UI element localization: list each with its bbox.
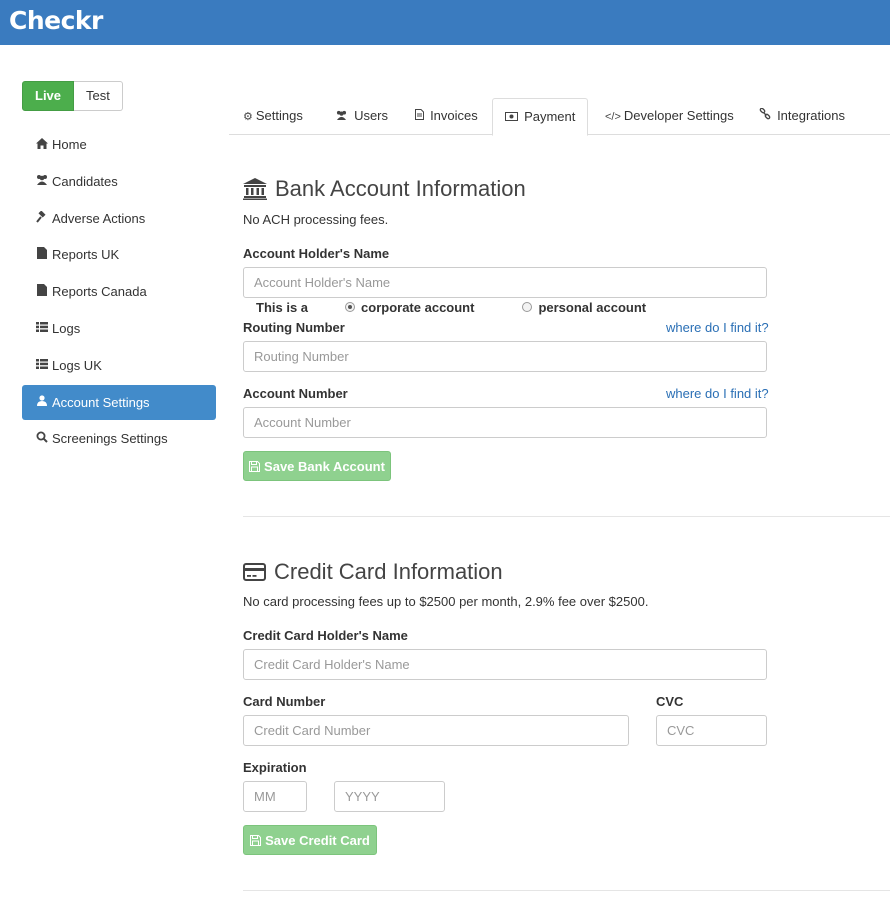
file-icon — [35, 284, 49, 299]
tab-label: Integrations — [777, 108, 845, 123]
save-credit-card-button[interactable]: Save Credit Card — [243, 825, 377, 855]
top-navbar: Checkr — [0, 0, 890, 45]
save-bank-account-label: Save Bank Account — [264, 458, 385, 474]
account-type-prefix: This is a — [256, 299, 309, 315]
sidebar-item-reports-canada[interactable]: Reports Canada — [22, 274, 216, 309]
personal-account-label[interactable]: personal account — [538, 300, 646, 315]
corporate-account-radio[interactable] — [345, 302, 356, 312]
personal-account-radio[interactable] — [522, 302, 533, 312]
tab-label: Invoices — [430, 108, 478, 123]
account-number-input[interactable] — [243, 407, 767, 438]
card-holder-input[interactable] — [243, 649, 767, 680]
expiration-year-input[interactable] — [334, 781, 445, 812]
code-icon: </> — [605, 111, 621, 123]
tab-developer-settings[interactable]: </> Developer Settings — [593, 98, 746, 135]
credit-card-icon — [243, 563, 266, 581]
sidebar-item-label: Adverse Actions — [52, 210, 146, 226]
account-help-link[interactable]: where do I find it? — [666, 386, 769, 401]
settings-tabs: ⚙ Settings Users Invoices Payment </> Deve… — [229, 98, 890, 136]
file-text-icon — [415, 109, 427, 123]
tab-payment[interactable]: Payment — [492, 98, 589, 136]
sidebar-item-logs-uk[interactable]: Logs UK — [22, 348, 216, 383]
checkr-logo[interactable]: Checkr — [9, 6, 103, 35]
sidebar-item-label: Reports Canada — [52, 284, 147, 300]
account-holder-label: Account Holder's Name — [243, 246, 390, 261]
section-divider — [243, 516, 890, 517]
corporate-account-label[interactable]: corporate account — [361, 300, 474, 315]
save-credit-card-label: Save Credit Card — [265, 832, 370, 848]
tab-label: Developer Settings — [623, 108, 734, 123]
sidebar-item-home[interactable]: Home — [22, 127, 216, 162]
tab-users[interactable]: Users — [323, 98, 400, 135]
tab-settings[interactable]: ⚙ Settings — [231, 98, 315, 135]
users-icon — [335, 110, 351, 123]
users-icon — [35, 174, 49, 188]
sidebar-item-label: Home — [52, 137, 87, 152]
card-section-title: Credit Card Information — [243, 559, 503, 585]
card-holder-label: Credit Card Holder's Name — [243, 628, 408, 643]
sidebar-item-label: Candidates — [52, 173, 118, 189]
routing-number-input[interactable] — [243, 341, 767, 372]
bank-icon — [243, 178, 267, 200]
test-button[interactable]: Test — [74, 81, 123, 111]
sidebar-item-adverse-actions[interactable]: Adverse Actions — [22, 201, 216, 236]
money-icon — [505, 112, 521, 124]
tab-label: Payment — [524, 109, 576, 124]
routing-help-link[interactable]: where do I find it? — [666, 320, 769, 335]
home-icon — [35, 137, 49, 152]
sidebar-item-candidates[interactable]: Candidates — [22, 164, 216, 199]
bank-title-text: Bank Account Information — [275, 176, 526, 201]
tab-invoices[interactable]: Invoices — [403, 98, 490, 135]
user-icon — [35, 395, 49, 409]
sidebar-item-logs[interactable]: Logs — [22, 311, 216, 346]
link-icon — [759, 107, 774, 123]
search-icon — [35, 431, 49, 446]
bank-note: No ACH processing fees. — [243, 212, 389, 227]
card-number-input[interactable] — [243, 715, 629, 746]
tab-integrations[interactable]: Integrations — [747, 98, 857, 135]
account-number-label: Account Number — [243, 386, 348, 401]
live-button[interactable]: Live — [22, 81, 75, 111]
sidebar-item-screenings-settings[interactable]: Screenings Settings — [22, 421, 216, 456]
account-type-radio-group: This is a corporate account personal acc… — [256, 299, 646, 315]
expiration-month-input[interactable] — [243, 781, 307, 812]
list-icon — [35, 321, 49, 335]
cvc-input[interactable] — [656, 715, 767, 746]
floppy-disk-icon — [249, 460, 261, 472]
sidebar-item-label: Logs — [52, 320, 81, 336]
list-icon — [35, 358, 49, 372]
save-bank-account-button[interactable]: Save Bank Account — [243, 451, 391, 481]
card-title-text: Credit Card Information — [274, 559, 503, 584]
tab-label: Settings — [255, 108, 303, 123]
sidebar-item-account-settings[interactable]: Account Settings — [22, 384, 216, 420]
card-note: No card processing fees up to $2500 per … — [243, 594, 649, 609]
sidebar-item-label: Account Settings — [52, 394, 150, 410]
cvc-label: CVC — [656, 694, 684, 709]
sidebar-item-label: Logs UK — [52, 357, 102, 373]
cog-icon: ⚙ — [243, 111, 253, 123]
card-number-label: Card Number — [243, 694, 326, 709]
sidebar-nav: Home Candidates Adverse Actions Reports … — [22, 127, 216, 458]
account-holder-input[interactable] — [243, 267, 767, 298]
sidebar-item-label: Reports UK — [52, 247, 120, 263]
tab-label: Users — [354, 108, 389, 123]
bank-section-title: Bank Account Information — [243, 176, 526, 202]
routing-number-label: Routing Number — [243, 320, 345, 335]
floppy-disk-icon — [250, 834, 262, 846]
sidebar-item-reports-uk[interactable]: Reports UK — [22, 237, 216, 272]
section-divider — [243, 890, 890, 891]
sidebar-item-label: Screenings Settings — [52, 431, 168, 447]
gavel-icon — [35, 210, 49, 226]
environment-toggle: Live Test — [22, 81, 123, 111]
file-icon — [35, 247, 49, 262]
expiration-label: Expiration — [243, 760, 307, 775]
